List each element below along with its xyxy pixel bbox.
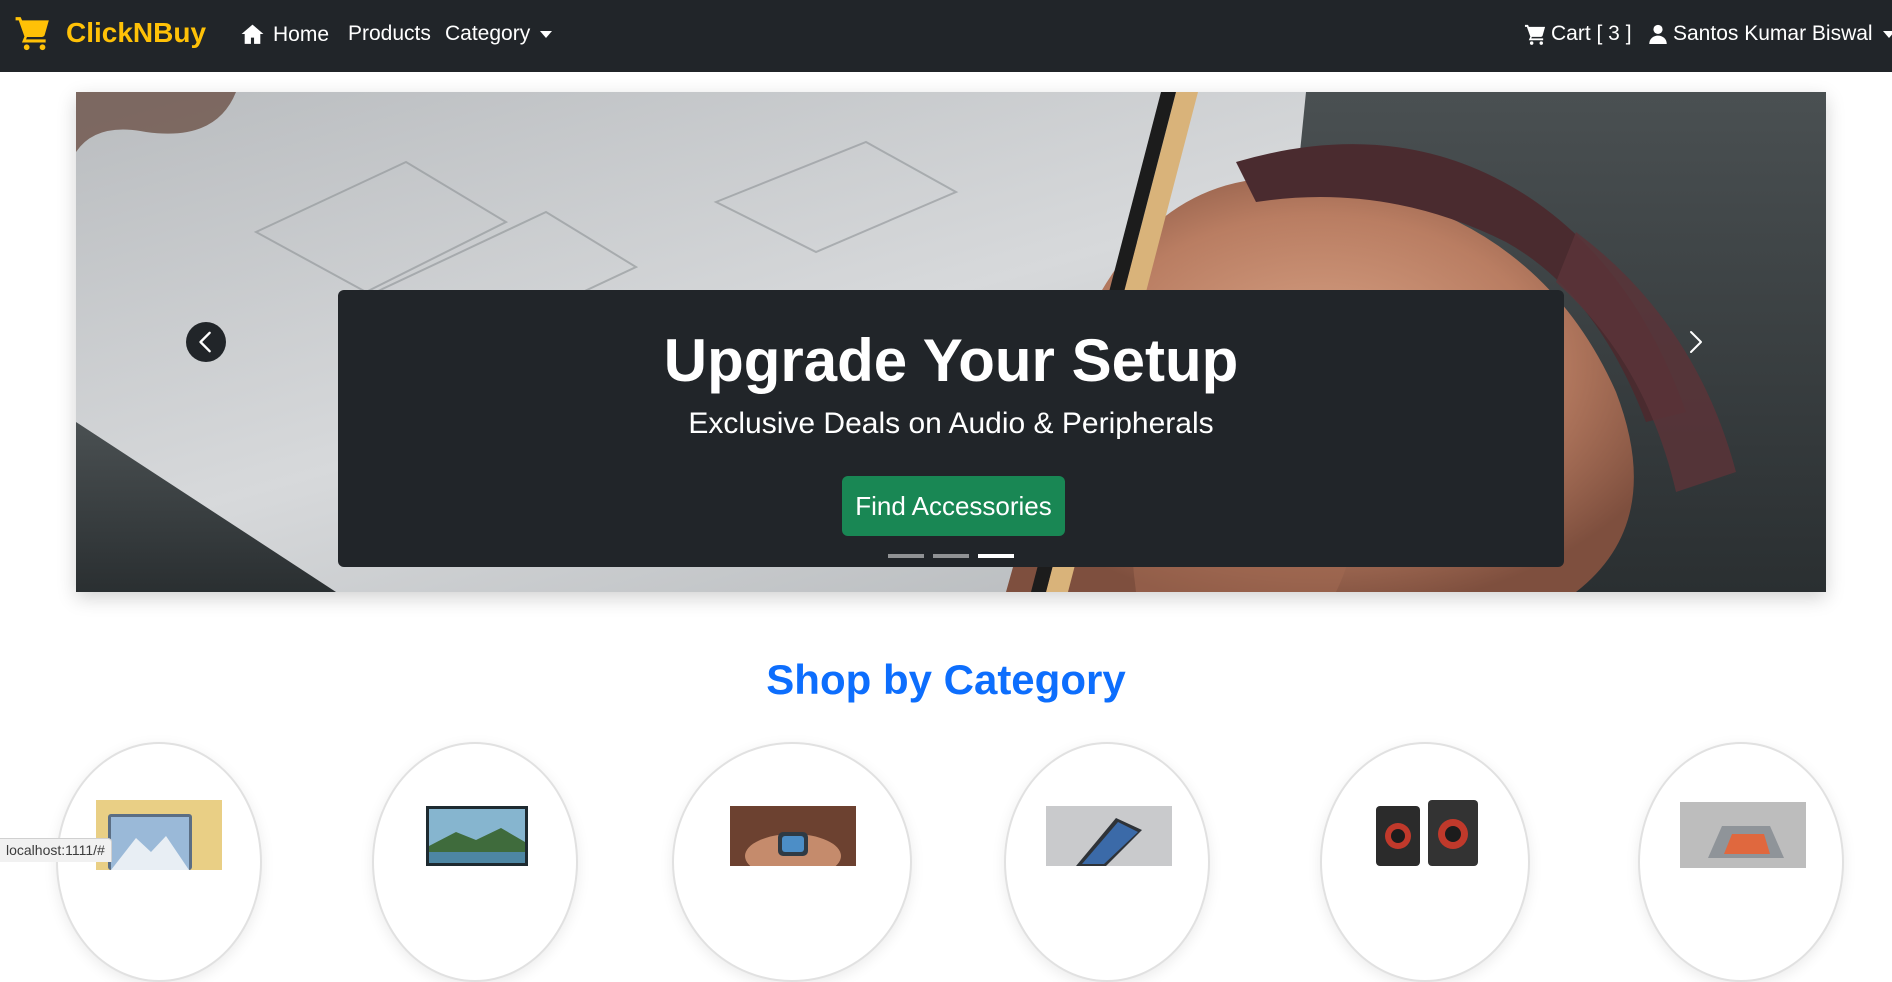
caption-title: Upgrade Your Setup	[663, 327, 1239, 394]
chevron-left-icon	[199, 331, 211, 353]
hero-carousel: Upgrade Your Setup Exclusive Deals on Au…	[76, 92, 1826, 592]
category-card-speakers[interactable]	[1320, 742, 1530, 982]
nav-cart-label: Cart [ 3 ]	[1551, 22, 1632, 45]
carousel-indicators	[338, 554, 1564, 558]
chevron-right-icon	[1690, 331, 1702, 353]
smartwatch-image	[730, 806, 856, 866]
caption-subtitle: Exclusive Deals on Audio & Peripherals	[688, 407, 1214, 440]
find-accessories-button[interactable]: Find Accessories	[842, 476, 1065, 536]
computer-image	[1680, 802, 1806, 868]
caret-down-icon	[540, 30, 553, 38]
nav-cart-link[interactable]: Cart [ 3 ]	[1524, 22, 1632, 46]
top-navbar: ClickNBuy Home Products Category Cart [ …	[0, 0, 1892, 72]
nav-home-link[interactable]: Home	[240, 22, 329, 47]
nav-products-link[interactable]: Products	[348, 22, 431, 46]
nav-user-label: Santos Kumar Biswal	[1673, 22, 1873, 45]
carousel-caption: Upgrade Your Setup Exclusive Deals on Au…	[338, 290, 1564, 567]
home-icon	[241, 24, 264, 44]
category-card-smartwatches[interactable]	[672, 742, 912, 982]
smartphone-image	[1046, 806, 1172, 866]
carousel-indicator-2[interactable]	[933, 554, 969, 558]
browser-status-url: localhost:1111/#	[0, 838, 112, 862]
category-card-televisions[interactable]	[372, 742, 578, 982]
cart-icon	[15, 17, 49, 51]
nav-user-dropdown[interactable]: Santos Kumar Biswal	[1648, 22, 1892, 46]
category-card-smartphones[interactable]	[1004, 742, 1210, 982]
section-title: Shop by Category	[766, 656, 1126, 703]
speakers-image	[1372, 796, 1482, 866]
carousel-indicator-1[interactable]	[888, 554, 924, 558]
laptop-image	[96, 800, 222, 870]
cart-icon	[1524, 24, 1546, 45]
user-icon	[1649, 24, 1667, 44]
brand-logo-link[interactable]: ClickNBuy	[14, 14, 206, 52]
category-card-computers[interactable]	[1638, 742, 1844, 982]
category-card-laptops[interactable]	[56, 742, 262, 982]
carousel-indicator-3[interactable]	[978, 554, 1014, 558]
caret-down-icon	[1882, 30, 1892, 38]
nav-home-label: Home	[273, 22, 330, 46]
nav-category-dropdown[interactable]: Category	[445, 22, 553, 46]
nav-category-label: Category	[445, 22, 531, 45]
television-image	[426, 806, 528, 866]
brand-name: ClickNBuy	[66, 17, 207, 48]
carousel-prev-button[interactable]	[186, 322, 226, 362]
nav-products-label: Products	[348, 22, 431, 45]
carousel-next-button[interactable]	[1676, 318, 1716, 366]
